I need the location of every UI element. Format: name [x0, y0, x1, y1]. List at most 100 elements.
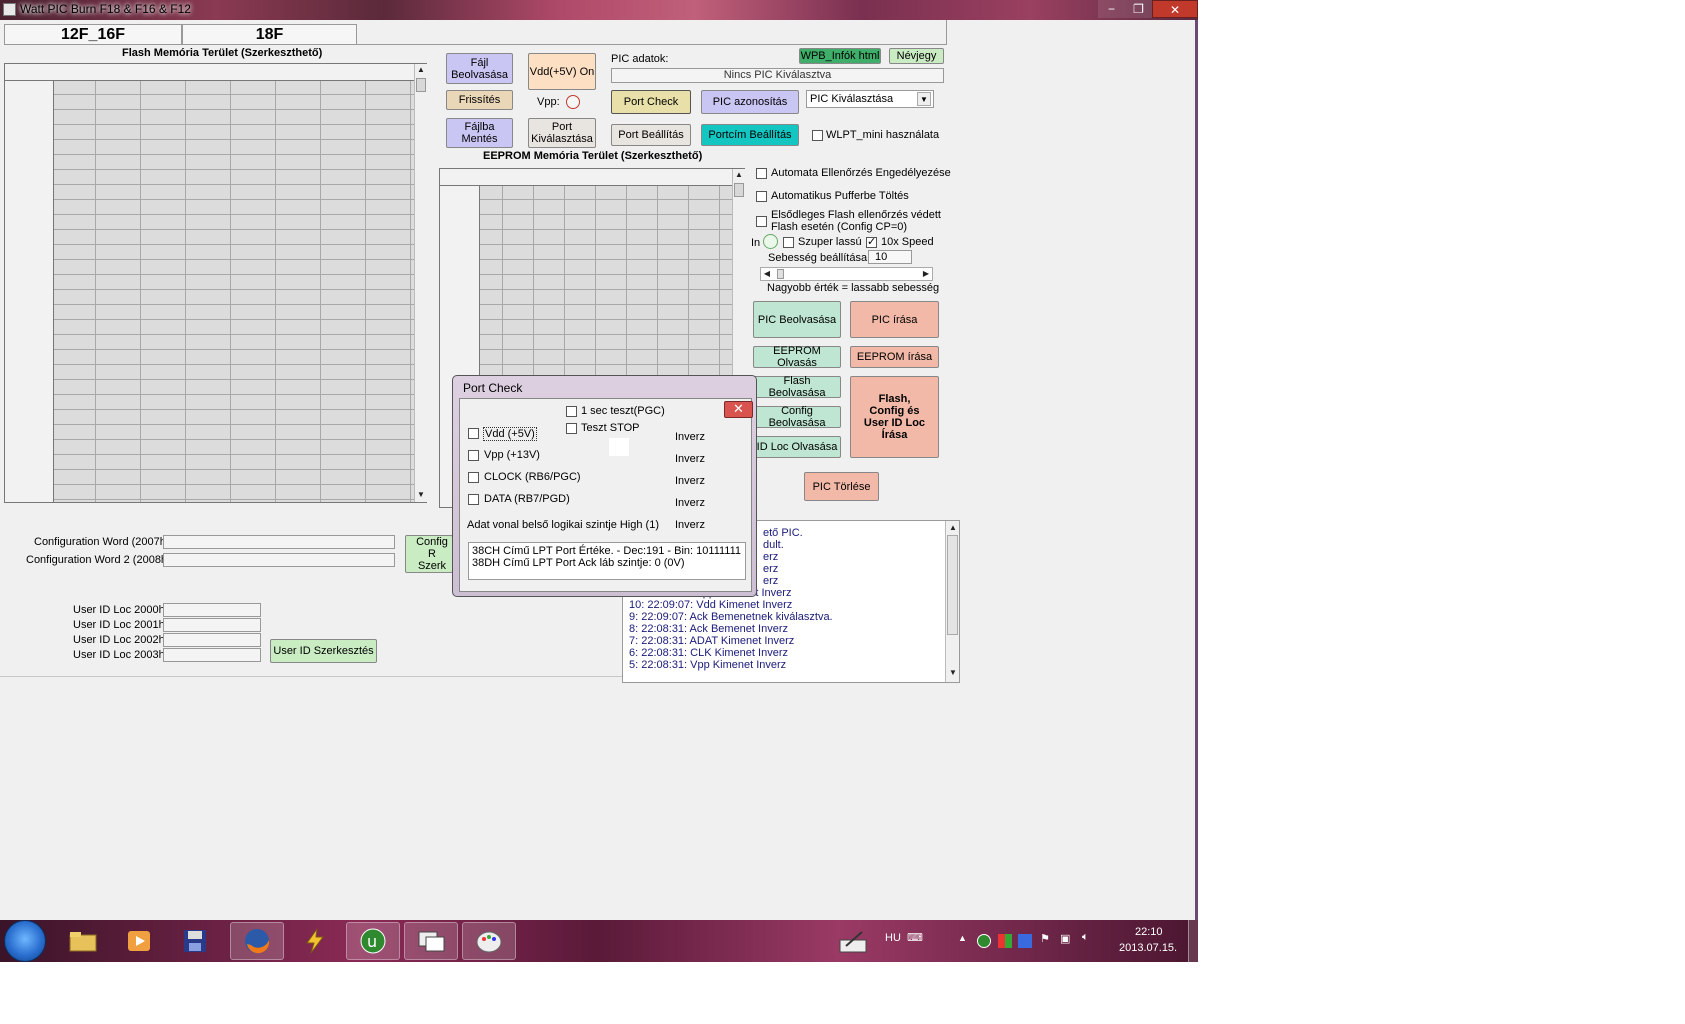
pic-write-button[interactable]: PIC írása: [850, 301, 939, 338]
in-label: In: [751, 237, 761, 249]
file-read-button[interactable]: Fájl Beolvasása: [446, 53, 513, 84]
super-slow-checkbox[interactable]: [783, 237, 794, 248]
userid-loc0-field[interactable]: [163, 603, 261, 617]
vdd-inverz-label: Inverz: [675, 431, 705, 443]
primary-flash-checkbox[interactable]: [756, 216, 767, 227]
flash-grid-scrollbar[interactable]: ▲ ▼: [414, 64, 427, 502]
config-edit-button[interactable]: Config R Szerk: [405, 535, 453, 573]
scroll-up-icon[interactable]: ▲: [733, 170, 745, 179]
about-button[interactable]: Névjegy: [889, 48, 944, 64]
speed10x-checkbox[interactable]: [866, 235, 877, 248]
pic-read-button[interactable]: PIC Beolvasása: [753, 301, 841, 338]
userid-loc2-field[interactable]: [163, 633, 261, 647]
log-scrollbar[interactable]: ▲ ▼: [945, 521, 959, 682]
firefox-icon[interactable]: [230, 922, 284, 960]
port-output-text[interactable]: 38CH Című LPT Port Értéke. - Dec:191 - B…: [468, 542, 746, 580]
scroll-up-icon[interactable]: ▲: [947, 523, 959, 532]
refresh-button[interactable]: Frissítés: [446, 90, 513, 110]
data-inverz-label: Inverz: [675, 497, 705, 509]
port-settings-button[interactable]: Port Beállítás: [611, 124, 691, 146]
auto-check-checkbox[interactable]: [756, 168, 767, 179]
eeprom-write-button[interactable]: EEPROM írása: [850, 346, 939, 368]
pic-erase-button[interactable]: PIC Törlése: [804, 472, 879, 501]
app-lightning-icon[interactable]: [288, 922, 342, 960]
vdd-checkbox[interactable]: [468, 428, 479, 439]
config-read-button[interactable]: Config Beolvasása: [753, 405, 841, 429]
scroll-up-icon[interactable]: ▲: [415, 65, 427, 74]
minimize-button[interactable]: −: [1098, 0, 1125, 18]
window-app-icon[interactable]: [404, 922, 458, 960]
show-desktop-button[interactable]: [1188, 920, 1198, 962]
scroll-thumb[interactable]: [947, 535, 958, 635]
port-output-line-1: 38CH Című LPT Port Értéke. - Dec:191 - B…: [472, 545, 742, 557]
scroll-thumb[interactable]: [416, 78, 426, 92]
title-bar[interactable]: Watt PIC Burn F18 & F16 & F12 − ❐ ✕: [0, 0, 1198, 20]
flash-memory-grid[interactable]: ▲ ▼: [4, 63, 427, 503]
pic-identify-button[interactable]: PIC azonosítás: [701, 90, 799, 114]
wlpt-mini-checkbox[interactable]: [812, 130, 823, 141]
data-checkbox[interactable]: [468, 494, 479, 505]
tab-18f[interactable]: 18F: [182, 24, 357, 45]
chevron-down-icon[interactable]: ▼: [917, 92, 931, 106]
speed-slider[interactable]: ◀ ▶: [760, 267, 933, 281]
save-disk-icon[interactable]: [168, 922, 222, 960]
save-to-file-button[interactable]: Fájlba Mentés: [446, 118, 513, 148]
test-stop-checkbox[interactable]: [566, 423, 577, 434]
action-center-flag-icon[interactable]: ⚑: [1040, 932, 1050, 945]
pic-select-dropdown[interactable]: PIC Kiválasztása ▼: [806, 90, 934, 108]
config-word2-field[interactable]: [163, 553, 395, 567]
app-icon: [3, 3, 16, 16]
keyboard-icon[interactable]: ⌨: [907, 931, 923, 944]
userid-loc1-field[interactable]: [163, 618, 261, 632]
scroll-down-icon[interactable]: ▼: [415, 490, 427, 499]
clock-time[interactable]: 22:10: [1135, 926, 1163, 938]
paint-icon[interactable]: [462, 922, 516, 960]
eeprom-grid-header: [440, 169, 732, 186]
volume-icon[interactable]: 🔈︎: [1082, 931, 1089, 944]
userid-edit-button[interactable]: User ID Szerkesztés: [270, 639, 377, 663]
userid-loc3-field[interactable]: [163, 648, 261, 662]
close-button[interactable]: ✕: [1152, 0, 1198, 18]
network-icon[interactable]: ▣: [1060, 932, 1070, 945]
maximize-button[interactable]: ❐: [1125, 0, 1152, 18]
media-player-icon[interactable]: [112, 922, 166, 960]
test-1sec-checkbox[interactable]: [566, 406, 577, 417]
port-check-dialog[interactable]: Port Check 1 sec teszt(PGC) Teszt STOP V…: [452, 375, 757, 597]
utorrent-icon[interactable]: u: [346, 922, 400, 960]
scroll-down-icon[interactable]: ▼: [947, 668, 959, 677]
slider-thumb[interactable]: [777, 269, 784, 279]
config-word1-field[interactable]: [163, 535, 395, 549]
tray-utorrent-icon[interactable]: [977, 934, 991, 948]
tray-network-app-icon[interactable]: [1018, 934, 1032, 948]
pen-input-icon[interactable]: [838, 928, 868, 957]
dialog-close-icon[interactable]: ✕: [724, 401, 753, 418]
slider-right-icon[interactable]: ▶: [921, 269, 931, 278]
port-check-button[interactable]: Port Check: [611, 90, 691, 114]
log-line: erz: [763, 575, 779, 587]
vpp-checkbox[interactable]: [468, 450, 479, 461]
tray-app-icon[interactable]: [998, 934, 1012, 948]
dialog-body: 1 sec teszt(PGC) Teszt STOP Vdd (+5V) In…: [459, 398, 752, 592]
clock-checkbox[interactable]: [468, 472, 479, 483]
log-line: erz: [763, 563, 779, 575]
tray-expand-icon[interactable]: ▲: [958, 933, 967, 943]
slider-left-icon[interactable]: ◀: [762, 269, 772, 278]
clock-date[interactable]: 2013.07.15.: [1119, 942, 1177, 954]
port-address-settings-button[interactable]: Portcím Beállítás: [701, 124, 799, 146]
auto-buffer-checkbox[interactable]: [756, 191, 767, 202]
flash-config-write-button[interactable]: Flash, Config és User ID Loc Írása: [850, 376, 939, 458]
scroll-thumb[interactable]: [734, 183, 744, 197]
flash-read-button[interactable]: Flash Beolvasása: [753, 375, 841, 399]
eeprom-read-button[interactable]: EEPROM Olvasás: [753, 345, 841, 369]
start-button-icon[interactable]: [4, 920, 46, 962]
tab-12f-16f[interactable]: 12F_16F: [4, 24, 182, 45]
wpb-info-button[interactable]: WPB_Infók html: [799, 48, 881, 64]
idloc-read-button[interactable]: ID Loc Olvasása: [753, 436, 841, 458]
language-indicator[interactable]: HU: [885, 932, 901, 944]
explorer-icon[interactable]: [56, 922, 110, 960]
test-1sec-label: 1 sec teszt(PGC): [581, 405, 665, 417]
port-select-button[interactable]: Port Kiválasztása: [528, 118, 596, 148]
vdd-on-button[interactable]: Vdd(+5V) On: [528, 53, 596, 90]
log-line: ető PIC.: [763, 527, 803, 539]
speed-value-field[interactable]: 10: [868, 250, 912, 264]
